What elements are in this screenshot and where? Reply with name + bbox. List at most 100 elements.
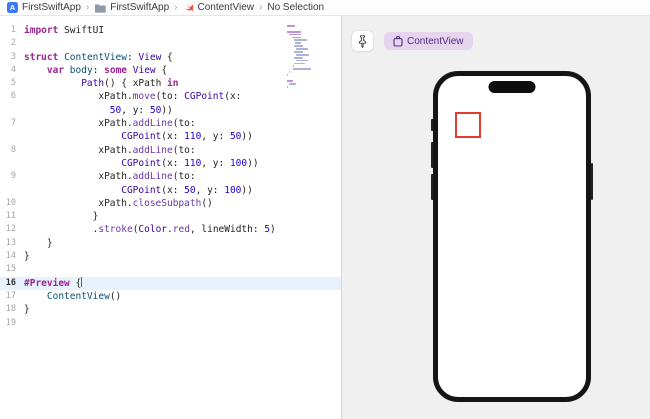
line-number[interactable]: 2: [0, 37, 16, 50]
minimap-line: [293, 68, 311, 71]
code-text: struct ContentView: View {: [24, 51, 173, 63]
line-number[interactable]: 17: [0, 290, 16, 303]
code-line[interactable]: 8 xPath.addLine(to:: [0, 144, 341, 157]
line-number[interactable]: 19: [0, 317, 16, 330]
folder-icon: [95, 3, 106, 13]
code-text: }: [24, 237, 53, 249]
code-text: xPath.addLine(to:: [24, 144, 196, 156]
minimap-line: [293, 65, 294, 68]
code-text: import SwiftUI: [24, 25, 105, 36]
breadcrumb-item-contentview[interactable]: ContentView: [183, 2, 255, 13]
minimap-line: [293, 45, 303, 48]
line-number[interactable]: 12: [0, 223, 16, 236]
code-line[interactable]: 18}: [0, 303, 341, 316]
minimap-line: [294, 42, 301, 45]
code-text: var body: some View {: [46, 64, 168, 76]
jump-bar: A FirstSwiftApp › FirstSwiftApp › ContentView…: [0, 0, 650, 16]
code-text: CGPoint(x: 110, y: 100)): [121, 157, 259, 169]
code-line[interactable]: 50, y: 50)): [0, 104, 341, 117]
line-number[interactable]: 15: [0, 263, 16, 276]
code-text: xPath.addLine(to:: [24, 118, 196, 130]
minimap-line: [292, 36, 302, 39]
code-text: xPath.addLine(to:: [24, 171, 196, 183]
code-text: .stroke(Color.red, lineWidth: 5): [24, 224, 276, 236]
code-line[interactable]: 14}: [0, 250, 341, 263]
minimap-line: [287, 77, 315, 79]
breadcrumb-separator-icon: ›: [174, 1, 178, 13]
code-line[interactable]: 11 }: [0, 210, 341, 223]
minimap-line: [293, 56, 303, 59]
dynamic-island: [488, 81, 536, 93]
code-line[interactable]: 15: [0, 263, 341, 276]
phone-screen[interactable]: [438, 76, 586, 397]
code-text: ContentView(): [46, 290, 122, 302]
breadcrumb-label: FirstSwiftApp: [22, 2, 81, 13]
app-icon: A: [7, 2, 18, 13]
code-line[interactable]: CGPoint(x: 110, y: 50)): [0, 130, 341, 143]
phone-frame: [433, 71, 591, 402]
minimap-line: [289, 71, 290, 74]
code-text: }: [24, 211, 99, 223]
minimap-line: [293, 51, 303, 53]
line-number[interactable]: 8: [0, 144, 16, 157]
pin-icon: [358, 34, 367, 48]
minimap-line: [289, 82, 297, 85]
line-number[interactable]: 18: [0, 303, 16, 316]
line-number[interactable]: 4: [0, 64, 16, 77]
breadcrumb-separator-icon: ›: [259, 1, 263, 13]
minimap-line: [295, 59, 309, 62]
minimap-line: [295, 48, 309, 50]
breadcrumb-item-firstswiftapp[interactable]: A FirstSwiftApp: [7, 2, 81, 13]
code-text: xPath.move(to: CGPoint(x:: [24, 91, 242, 103]
code-line[interactable]: 9 xPath.addLine(to:: [0, 170, 341, 183]
code-line[interactable]: 19: [0, 317, 341, 330]
line-number[interactable]: 14: [0, 250, 16, 263]
code-line[interactable]: 17 ContentView(): [0, 290, 341, 303]
line-number[interactable]: 11: [0, 210, 16, 223]
preview-tab-label: ContentView: [407, 35, 464, 47]
line-number[interactable]: 1: [0, 24, 16, 37]
code-line[interactable]: CGPoint(x: 50, y: 100)): [0, 184, 341, 197]
line-number[interactable]: 9: [0, 170, 16, 183]
code-text: Path() { xPath in: [81, 78, 179, 90]
line-number[interactable]: 10: [0, 197, 16, 210]
line-number[interactable]: 5: [0, 77, 16, 90]
code-line[interactable]: 7 xPath.addLine(to:: [0, 117, 341, 130]
code-line[interactable]: CGPoint(x: 110, y: 100)): [0, 157, 341, 170]
code-text: #Preview {: [24, 277, 83, 289]
minimap-line: [287, 74, 288, 76]
line-number[interactable]: [0, 157, 16, 170]
breadcrumb-item-firstswiftapp[interactable]: FirstSwiftApp: [94, 2, 169, 13]
code-line[interactable]: 10 xPath.closeSubpath(): [0, 197, 341, 210]
line-number[interactable]: 3: [0, 51, 16, 64]
app-preview-icon: [393, 35, 403, 47]
line-number[interactable]: [0, 104, 16, 117]
pin-preview-button[interactable]: [352, 31, 373, 51]
preview-tab-contentview[interactable]: ContentView: [384, 32, 473, 50]
code-line[interactable]: 16 #Preview {: [0, 276, 341, 290]
code-line[interactable]: 6 xPath.move(to: CGPoint(x:: [0, 90, 341, 103]
iphone-preview: [431, 71, 593, 402]
code-text: }: [24, 304, 30, 316]
line-number[interactable]: 16: [0, 277, 16, 290]
code-line[interactable]: 12 .stroke(Color.red, lineWidth: 5): [0, 223, 341, 236]
swift-icon: [184, 4, 193, 12]
breadcrumb-item-no-selection[interactable]: No Selection: [267, 2, 324, 13]
line-number[interactable]: [0, 130, 16, 143]
line-number[interactable]: 13: [0, 237, 16, 250]
minimap-line: [287, 79, 293, 82]
minimap-line: [287, 30, 302, 33]
breadcrumb-separator-icon: ›: [85, 1, 90, 13]
minimap-line: [289, 33, 301, 36]
code-editor[interactable]: 1 import SwiftUI 2 3 struct ContentView: Vie…: [0, 16, 342, 419]
code-text: CGPoint(x: 110, y: 50)): [121, 131, 253, 143]
breadcrumb-label: FirstSwiftApp: [110, 2, 170, 13]
code-text: 50, y: 50)): [109, 104, 173, 116]
line-number[interactable]: [0, 184, 16, 197]
line-number[interactable]: 6: [0, 90, 16, 103]
breadcrumb-label: ContentView: [197, 2, 255, 13]
minimap-line: [287, 85, 288, 88]
minimap[interactable]: [287, 25, 315, 91]
code-line[interactable]: 13 }: [0, 237, 341, 250]
line-number[interactable]: 7: [0, 117, 16, 130]
